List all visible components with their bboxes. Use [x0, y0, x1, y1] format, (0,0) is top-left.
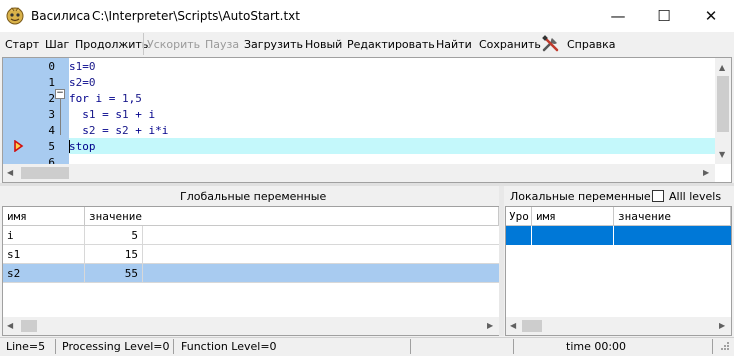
code-line[interactable]: s1=0	[69, 60, 96, 73]
scrollbar-thumb[interactable]	[522, 320, 542, 332]
all-levels-checkbox[interactable]	[652, 190, 664, 202]
scrollbar-thumb[interactable]	[21, 320, 37, 332]
line-number: 0	[48, 60, 55, 73]
row-fill	[143, 226, 499, 245]
scroll-right-icon[interactable]: ▶	[719, 321, 725, 330]
scrollbar-thumb[interactable]	[717, 76, 729, 132]
code-line[interactable]: stop	[69, 140, 96, 153]
editor-vertical-scrollbar[interactable]: ▲ ▼	[715, 58, 731, 164]
code-editor[interactable]: − 0 1 2 3 4 5 6 s1=0 s2=0 for i = 1,5 s1…	[2, 57, 732, 183]
menu-edit[interactable]: Редактировать	[347, 38, 435, 51]
line-number: 4	[48, 124, 55, 137]
scroll-right-icon[interactable]: ▶	[703, 168, 709, 177]
all-levels-label[interactable]: Alll levels	[669, 190, 721, 203]
horizontal-splitter[interactable]	[0, 183, 734, 186]
line-number: 3	[48, 108, 55, 121]
status-separator	[173, 339, 174, 354]
line-number: 5	[48, 140, 55, 153]
column-header-name[interactable]: имя	[532, 207, 614, 226]
row-fill	[143, 264, 499, 283]
globals-horizontal-scrollbar[interactable]: ◀ ▶	[3, 317, 499, 335]
status-bar: Line=5 Processing Level=0 Function Level…	[0, 337, 734, 356]
title-bar: Василиса C:\Interpreter\Scripts\AutoStar…	[0, 0, 734, 32]
locals-horizontal-scrollbar[interactable]: ◀ ▶	[506, 317, 731, 335]
menu-find[interactable]: Найти	[436, 38, 472, 51]
scroll-left-icon[interactable]: ◀	[7, 168, 13, 177]
scroll-left-icon[interactable]: ◀	[510, 321, 516, 330]
status-separator	[410, 339, 411, 354]
table-row[interactable]: i 5	[3, 226, 499, 245]
current-line-highlight	[69, 138, 715, 154]
table-row-selected[interactable]: s2 55	[3, 264, 499, 283]
line-number: 1	[48, 76, 55, 89]
menu-bar: Старт Шаг Продолжить Ускорить Пауза Загр…	[0, 32, 734, 56]
code-line[interactable]: for i = 1,5	[69, 92, 142, 105]
minimize-button[interactable]: —	[595, 0, 641, 32]
status-separator	[513, 339, 514, 354]
status-processing-level: Processing Level=0	[62, 340, 170, 353]
scroll-down-icon[interactable]: ▼	[719, 150, 725, 159]
locals-grid[interactable]: Уро имя значение ◀ ▶	[505, 206, 732, 336]
scroll-up-icon[interactable]: ▲	[719, 63, 725, 72]
table-row[interactable]: s1 15	[3, 245, 499, 264]
line-number: 2	[48, 92, 55, 105]
column-header-level[interactable]: Уро	[506, 207, 532, 226]
var-name: i	[3, 226, 85, 245]
fold-toggle[interactable]: −	[55, 89, 65, 99]
menu-continue[interactable]: Продолжить	[75, 38, 148, 51]
menu-step[interactable]: Шаг	[45, 38, 69, 51]
maximize-button[interactable]: ☐	[641, 0, 687, 32]
scroll-left-icon[interactable]: ◀	[7, 321, 13, 330]
menu-pause[interactable]: Пауза	[205, 38, 239, 51]
vertical-splitter[interactable]	[499, 186, 504, 336]
menu-separator	[143, 33, 144, 55]
var-value: 15	[85, 245, 143, 264]
menu-help[interactable]: Справка	[567, 38, 615, 51]
fold-line	[60, 99, 61, 135]
menu-load[interactable]: Загрузить	[244, 38, 303, 51]
text-cursor	[69, 140, 70, 153]
code-line[interactable]: s2 = s2 + i*i	[69, 124, 168, 137]
status-line: Line=5	[6, 340, 46, 353]
resize-grip-icon[interactable]	[718, 341, 730, 353]
execution-pointer-icon	[14, 140, 24, 152]
close-button[interactable]: ✕	[688, 0, 734, 32]
column-header-name[interactable]: имя	[3, 207, 85, 226]
code-line[interactable]: s2=0	[69, 76, 96, 89]
cell-divider	[531, 226, 532, 245]
window-title-path: C:\Interpreter\Scripts\AutoStart.txt	[92, 9, 300, 23]
menu-new[interactable]: Новый	[305, 38, 342, 51]
var-name: s1	[3, 245, 85, 264]
editor-horizontal-scrollbar[interactable]: ◀ ▶	[3, 164, 715, 182]
status-time: time 00:00	[566, 340, 627, 353]
app-logo-icon	[6, 7, 24, 25]
globals-title: Глобальные переменные	[180, 190, 327, 203]
app-name: Василиса	[31, 9, 91, 23]
scrollbar-thumb[interactable]	[21, 167, 69, 179]
globals-grid[interactable]: имя значение i 5 s1 15 s2 55 ◀ ▶	[2, 206, 500, 336]
menu-start[interactable]: Старт	[5, 38, 39, 51]
var-value: 5	[85, 226, 143, 245]
cell-divider	[613, 226, 614, 245]
code-line[interactable]: s1 = s1 + i	[69, 108, 155, 121]
var-value: 55	[85, 264, 143, 283]
tools-icon[interactable]	[541, 35, 561, 53]
status-separator	[55, 339, 56, 354]
status-function-level: Function Level=0	[181, 340, 277, 353]
column-header-value[interactable]: значение	[85, 207, 499, 226]
menu-speed-up[interactable]: Ускорить	[147, 38, 200, 51]
locals-title: Локальные переменные	[510, 190, 651, 203]
scroll-right-icon[interactable]: ▶	[487, 321, 493, 330]
var-name: s2	[3, 264, 85, 283]
row-fill	[143, 245, 499, 264]
menu-save[interactable]: Сохранить	[479, 38, 541, 51]
table-row-selected[interactable]	[506, 226, 731, 245]
status-separator	[712, 339, 713, 354]
column-header-value[interactable]: значение	[614, 207, 731, 226]
